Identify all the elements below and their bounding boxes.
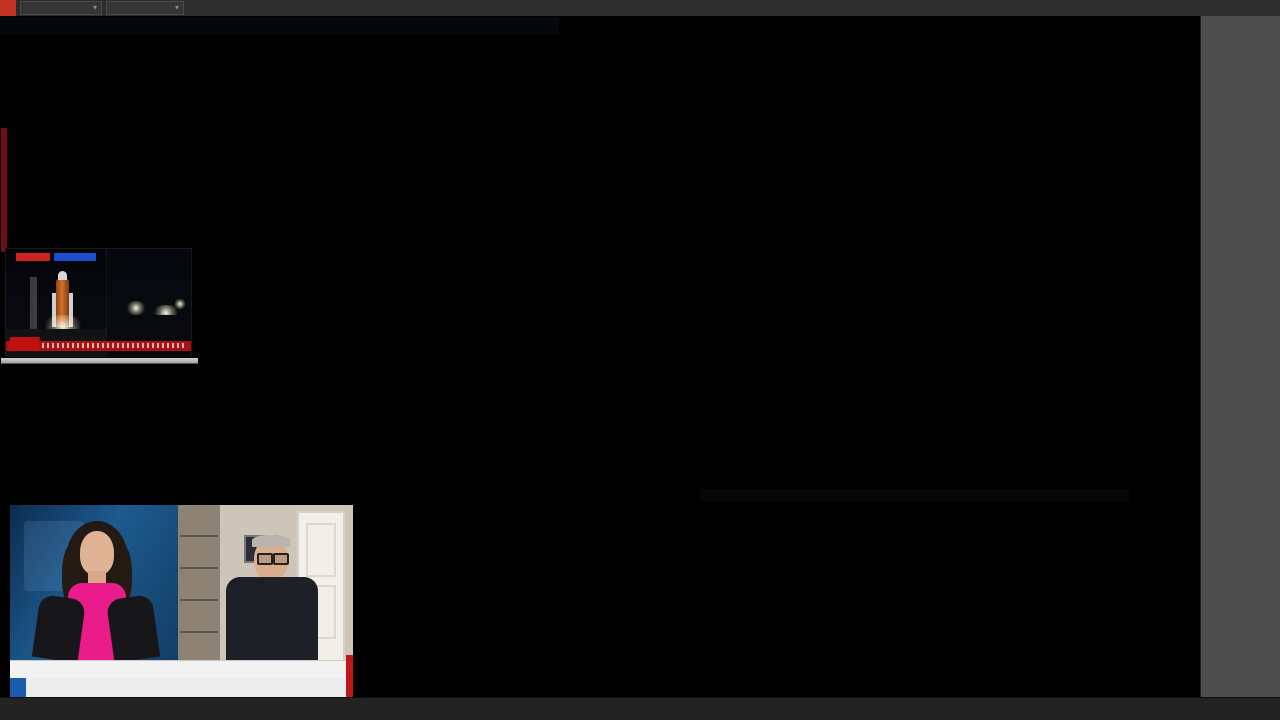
indicator-header-overlay (0, 17, 559, 35)
top-news-badge (10, 678, 26, 697)
news-video[interactable] (10, 505, 353, 697)
legend-header (1, 358, 198, 364)
guest-scene (178, 505, 353, 660)
anchor-face (80, 531, 114, 575)
news-ticker-row (10, 678, 353, 697)
drawing-red-strip (1, 128, 7, 252)
news-headline (10, 660, 353, 679)
chevron-down-icon: ▾ (175, 3, 180, 12)
ticker-red-strip (346, 655, 353, 697)
instrument-dropdown[interactable]: ▾ (20, 1, 103, 15)
instrument-tab-bar (0, 697, 1280, 720)
studio-anchor-scene (10, 505, 178, 660)
stream-chat-overlay (196, 170, 362, 174)
indicator-legend-panel (0, 357, 199, 365)
chevron-down-icon: ▾ (93, 3, 98, 12)
stream-badge-blue (54, 253, 96, 261)
top-toolbar: ▾ ▾ (0, 0, 1280, 16)
interval-dropdown[interactable]: ▾ (106, 1, 185, 15)
trade-control-panel (1200, 16, 1280, 697)
dark-sweater (226, 577, 318, 660)
chart-window-button[interactable] (0, 0, 16, 16)
nsf-logo (8, 337, 40, 351)
bar-timer (700, 489, 1130, 502)
rocket-stream-video[interactable] (5, 248, 192, 358)
trading-app-window: { "toolbar": { "chart_label": "Chart", "… (0, 0, 1280, 720)
stream-badge-red (16, 253, 50, 261)
glasses (273, 553, 289, 565)
